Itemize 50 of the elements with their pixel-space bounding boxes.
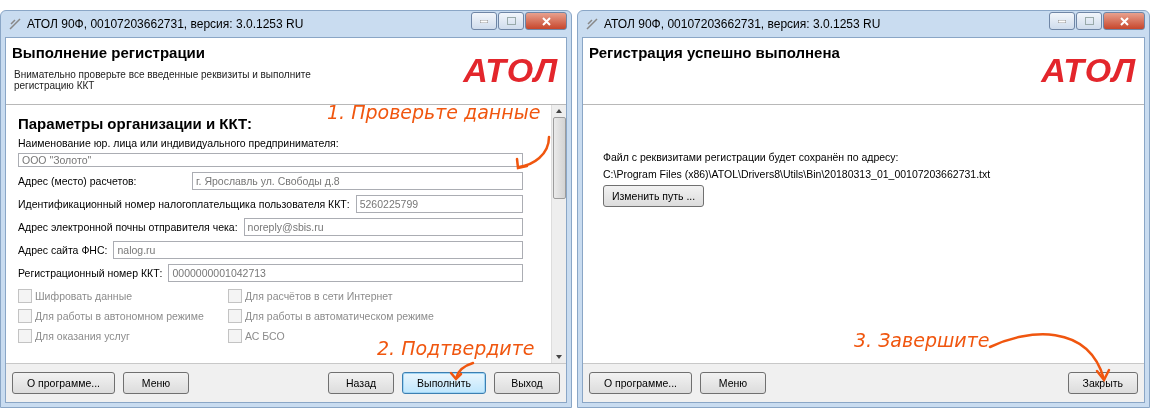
field-label: Адрес электронной почны отправителя чека: (18, 221, 238, 233)
field-label: Регистрационный номер ККТ: (18, 267, 163, 279)
close-icon (1119, 16, 1129, 26)
footer-button[interactable]: Меню (700, 372, 766, 394)
maximize-button[interactable] (498, 12, 524, 30)
input-field[interactable]: 0000000001042713 (168, 264, 523, 282)
minimize-button[interactable] (471, 12, 497, 30)
page-title: Выполнение регистрации (12, 44, 207, 61)
field-label: Адрес сайта ФНС: (18, 244, 108, 256)
footer-button[interactable]: Меню (123, 372, 189, 394)
field-label: Адрес (место) расчетов: (18, 175, 138, 187)
arrow-icon (513, 135, 553, 171)
close-button[interactable] (1103, 12, 1145, 30)
footer-button[interactable]: Закрыть (1067, 372, 1138, 394)
arrow-icon (447, 362, 477, 380)
logo: АТОЛ (463, 50, 558, 90)
input-field[interactable]: noreply@sbis.ru (243, 218, 523, 236)
footer-button[interactable]: О программе... (12, 372, 115, 394)
minimize-icon (1058, 19, 1066, 23)
maximize-icon (506, 17, 516, 25)
page-title: Регистрация успешно выполнена (589, 44, 840, 61)
page-subtitle: Внимательно проверьте все введенные реквизиты и выполните регистрацию ККТ (13, 69, 312, 91)
footer-button[interactable]: Назад (328, 372, 395, 394)
annotation-text: 3. Завершите (854, 329, 990, 351)
field-label: Идентификационный номер налогоплательщика пользователя ККТ: (18, 198, 350, 210)
minimize-button[interactable] (1049, 12, 1075, 30)
close-icon (541, 16, 551, 26)
scrollbar[interactable] (551, 105, 566, 363)
maximize-button[interactable] (1076, 12, 1102, 30)
file-path: C:\Program Files (x86)\ATOL\Drivers8\Utils\Bin\20180313_01_00107203662731.txt (603, 168, 991, 180)
footer-button[interactable]: Выполнить (402, 372, 486, 394)
field-label: Наименование юр. лица или индивидуального предпринимателя: (18, 137, 340, 149)
logo: АТОЛ (1041, 50, 1136, 90)
window-title: АТОЛ 90Ф, 00107203662731, версия: 3.0.1253 RU (604, 17, 882, 31)
footer-button[interactable]: О программе... (589, 372, 692, 394)
close-button[interactable] (525, 12, 567, 30)
input-field[interactable]: nalog.ru (113, 241, 523, 259)
maximize-icon (1084, 17, 1094, 25)
input-field[interactable]: ООО "Золото" (18, 153, 523, 167)
change-path-button[interactable]: Изменить путь ... (603, 185, 705, 207)
footer-button[interactable]: Выход (494, 372, 560, 394)
message-text: Файл с реквизитами регистрации будет сохранён по адресу: (603, 151, 899, 163)
window-title: АТОЛ 90Ф, 00107203662731, версия: 3.0.1253 RU (27, 17, 305, 31)
minimize-icon (480, 19, 488, 23)
annotation-text: 1. Проверьте данные (327, 101, 541, 123)
input-field[interactable]: 5260225799 (355, 195, 523, 213)
app-icon (586, 18, 598, 30)
annotation-text: 2. Подтвердите (377, 337, 535, 359)
app-icon (9, 18, 21, 30)
input-field[interactable]: г. Ярославль ул. Свободы д.8 (192, 172, 523, 190)
